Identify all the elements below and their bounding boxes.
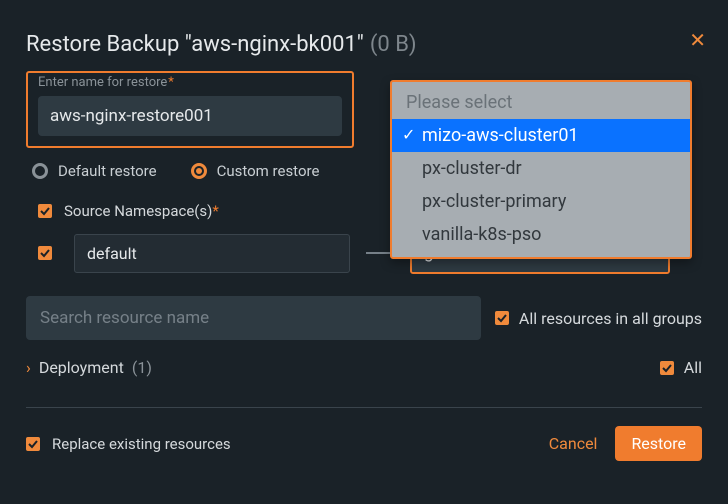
- restore-name-input[interactable]: [38, 96, 342, 136]
- checkbox-checked-icon[interactable]: [38, 204, 52, 218]
- cancel-button[interactable]: Cancel: [549, 434, 598, 453]
- dropdown-option[interactable]: px-cluster-dr: [392, 152, 690, 185]
- default-restore-label: Default restore: [58, 162, 157, 180]
- divider: [26, 407, 702, 408]
- deployment-all-label: All: [684, 358, 702, 377]
- dropdown-option[interactable]: vanilla-k8s-pso: [392, 218, 690, 251]
- restore-name-label: Enter name for restore*: [38, 75, 342, 90]
- restore-button[interactable]: Restore: [615, 426, 702, 461]
- dropdown-option[interactable]: px-cluster-primary: [392, 185, 690, 218]
- deployment-row: › Deployment (1) All: [26, 358, 702, 377]
- checkbox-checked-icon[interactable]: [38, 246, 52, 260]
- resource-search-row: All resources in all groups: [26, 296, 702, 340]
- dropdown-list: mizo-aws-cluster01px-cluster-drpx-cluste…: [392, 119, 690, 251]
- title-prefix: Restore Backup: [26, 32, 185, 57]
- deployment-toggle[interactable]: › Deployment (1): [26, 358, 152, 377]
- all-resources-label: All resources in all groups: [519, 309, 702, 328]
- source-namespace-label: Source Namespace(s)*: [64, 202, 219, 220]
- close-icon[interactable]: ✕: [689, 30, 706, 50]
- required-marker: *: [168, 75, 174, 90]
- dialog-header: Restore Backup "aws-nginx-bk001" (0 B) ✕: [26, 0, 702, 71]
- backup-name: "aws-nginx-bk001": [185, 32, 364, 57]
- dialog-footer: Replace existing resources Cancel Restor…: [26, 426, 702, 461]
- dropdown-placeholder: Please select: [392, 86, 690, 119]
- required-marker: *: [212, 202, 218, 220]
- checkbox-checked-icon: [495, 311, 509, 325]
- deployment-label: Deployment: [39, 358, 124, 377]
- source-namespace-label-text: Source Namespace(s): [64, 202, 212, 220]
- search-input[interactable]: [26, 296, 481, 340]
- chevron-right-icon: ›: [26, 358, 31, 377]
- radio-unchecked-icon: [32, 163, 48, 179]
- deployment-all-checkbox[interactable]: All: [660, 358, 702, 377]
- default-restore-radio[interactable]: Default restore: [32, 162, 157, 180]
- source-namespace-input[interactable]: [74, 234, 350, 273]
- restore-name-label-text: Enter name for restore: [38, 75, 167, 90]
- backup-size: (0 B): [370, 32, 417, 57]
- deployment-count: (1): [132, 358, 152, 377]
- dialog-title: Restore Backup "aws-nginx-bk001": [26, 32, 364, 57]
- all-resources-checkbox[interactable]: All resources in all groups: [495, 309, 702, 328]
- radio-checked-icon: [191, 163, 207, 179]
- footer-actions: Cancel Restore: [549, 426, 702, 461]
- dropdown-option[interactable]: mizo-aws-cluster01: [392, 119, 690, 152]
- custom-restore-label: Custom restore: [217, 162, 320, 180]
- checkbox-checked-icon: [660, 361, 674, 375]
- replace-resources-label: Replace existing resources: [52, 435, 231, 453]
- custom-restore-radio[interactable]: Custom restore: [191, 162, 320, 180]
- restore-name-group: Enter name for restore*: [26, 71, 354, 148]
- checkbox-checked-icon: [26, 437, 40, 451]
- replace-resources-checkbox[interactable]: Replace existing resources: [26, 435, 231, 453]
- destination-cluster-dropdown[interactable]: Please select mizo-aws-cluster01px-clust…: [390, 80, 692, 259]
